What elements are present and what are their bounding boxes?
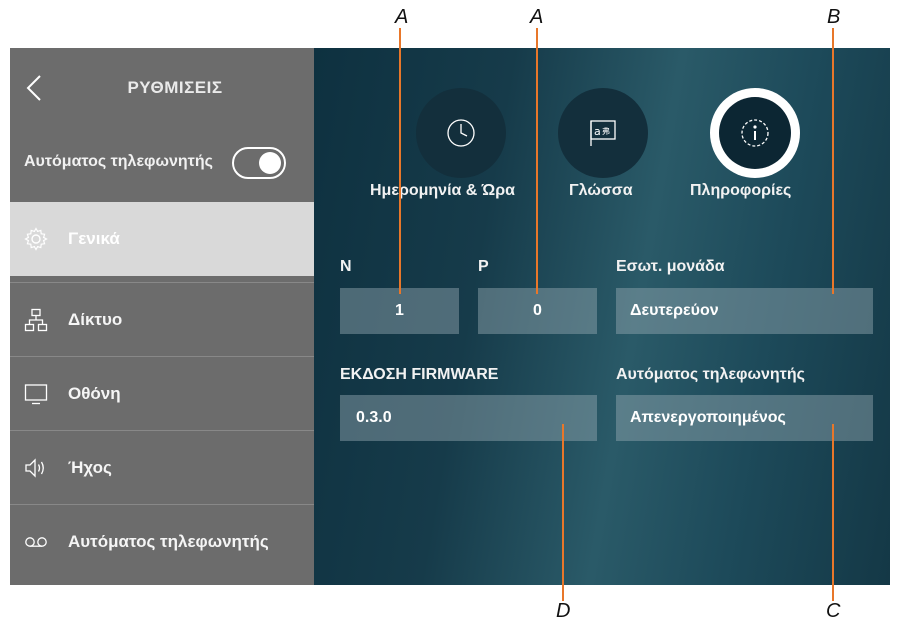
tab-information-label[interactable]: Πληροφορίες bbox=[690, 182, 791, 200]
speaker-icon bbox=[25, 458, 44, 478]
answering-machine-row: Αυτόματος τηλεφωνητής bbox=[10, 143, 314, 183]
sidebar-title: ΡΥΘΜΙΣΕΙΣ bbox=[127, 78, 223, 97]
answering-machine-status-field: Απενεργοποιημένος bbox=[616, 395, 873, 441]
callout-b: B bbox=[827, 6, 841, 28]
firmware-version-field: 0.3.0 bbox=[340, 395, 597, 441]
tab-date-time[interactable] bbox=[416, 88, 506, 178]
back-arrow-icon[interactable] bbox=[24, 74, 46, 102]
firmware-label: ΕΚΔΟΣΗ FIRMWARE bbox=[340, 366, 499, 383]
answering-machine-label: Αυτόματος τηλεφωνητής bbox=[24, 153, 213, 170]
info-icon bbox=[741, 119, 769, 147]
tab-language[interactable]: a 弗 bbox=[558, 88, 648, 178]
tab-information[interactable] bbox=[710, 88, 800, 178]
voicemail-icon bbox=[25, 537, 47, 547]
internal-unit-field: Δευτερεύον bbox=[616, 288, 873, 334]
p-value-field: 0 bbox=[478, 288, 597, 334]
n-value-field: 1 bbox=[340, 288, 459, 334]
sidebar-header: ΡΥΘΜΙΣΕΙΣ bbox=[10, 48, 314, 128]
clock-icon bbox=[447, 119, 475, 147]
sidebar-item-label: Γενικά bbox=[68, 229, 120, 248]
answering-machine-status-label: Αυτόματος τηλεφωνητής bbox=[616, 366, 805, 383]
network-icon bbox=[24, 308, 48, 332]
sidebar-item-general[interactable]: Γενικά bbox=[10, 202, 314, 276]
n-label: N bbox=[340, 258, 352, 275]
sidebar-item-network[interactable]: Δίκτυο bbox=[10, 282, 314, 356]
tab-date-time-label[interactable]: Ημερομηνία & Ώρα bbox=[370, 182, 515, 200]
sidebar-item-label: Ήχος bbox=[68, 458, 112, 477]
callout-line-a-left bbox=[399, 28, 401, 294]
callout-d: D bbox=[556, 600, 571, 622]
sidebar-item-label: Αυτόματος τηλεφωνητής bbox=[68, 532, 269, 551]
monitor-icon bbox=[24, 384, 48, 405]
callout-a-left: A bbox=[395, 6, 409, 28]
p-label: P bbox=[478, 258, 489, 275]
settings-sidebar: ΡΥΘΜΙΣΕΙΣ Αυτόματος τηλεφωνητής Γενικά Δ… bbox=[10, 48, 314, 585]
device-screen: ΡΥΘΜΙΣΕΙΣ Αυτόματος τηλεφωνητής Γενικά Δ… bbox=[10, 48, 890, 585]
svg-text:a: a bbox=[594, 125, 601, 138]
callout-a-right: A bbox=[530, 6, 544, 28]
sidebar-item-label: Οθόνη bbox=[68, 384, 121, 403]
callout-line-a-right bbox=[536, 28, 538, 294]
language-icon: a 弗 bbox=[590, 120, 616, 146]
sidebar-item-sound[interactable]: Ήχος bbox=[10, 430, 314, 504]
internal-unit-label: Εσωτ. μονάδα bbox=[616, 258, 725, 275]
svg-text:弗: 弗 bbox=[602, 126, 610, 136]
sidebar-item-display[interactable]: Οθόνη bbox=[10, 356, 314, 430]
tab-language-label[interactable]: Γλώσσα bbox=[569, 182, 633, 200]
callout-line-d bbox=[562, 424, 564, 601]
callout-line-b bbox=[832, 28, 834, 294]
callout-c: C bbox=[826, 600, 841, 622]
sidebar-item-label: Δίκτυο bbox=[68, 310, 123, 329]
callout-line-c bbox=[832, 424, 834, 601]
toggle-knob bbox=[259, 152, 281, 174]
gear-icon bbox=[24, 227, 48, 251]
sidebar-item-answering-machine[interactable]: Αυτόματος τηλεφωνητής bbox=[10, 504, 314, 578]
answering-machine-toggle[interactable] bbox=[232, 147, 286, 179]
